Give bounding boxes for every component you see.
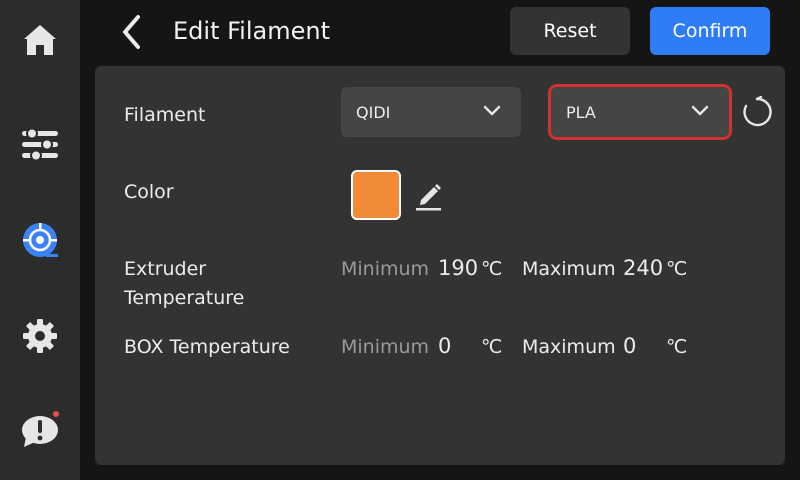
pencil-icon: [416, 184, 441, 211]
header: Edit Filament Reset Confirm: [80, 0, 800, 64]
box-max-label: Maximum: [522, 336, 616, 358]
extruder-min-unit: ℃: [481, 258, 503, 280]
filament-type-select-value: PLA: [566, 102, 596, 122]
edit-filament-panel: Filament QIDI PLA Color Extruder Tempera…: [95, 66, 785, 465]
box-min-input[interactable]: 0: [438, 332, 451, 361]
extruder-max-unit: ℃: [666, 258, 688, 280]
refresh-icon: [743, 95, 772, 127]
nav-settings-sliders[interactable]: [0, 104, 80, 184]
extruder-temp-label-line1: Extruder: [124, 258, 207, 280]
box-min-label: Minimum: [341, 336, 430, 358]
brand-select-value: QIDI: [356, 102, 391, 122]
page-title: Edit Filament: [173, 17, 330, 45]
filament-type-select[interactable]: PLA: [548, 84, 732, 140]
sidebar: [0, 0, 80, 480]
extruder-min-input[interactable]: 190: [438, 254, 478, 283]
confirm-button[interactable]: Confirm: [650, 7, 770, 55]
chevron-down-icon: [483, 105, 501, 116]
chevron-down-icon: [691, 105, 709, 116]
box-temp-label: BOX Temperature: [124, 336, 290, 358]
color-swatch[interactable]: [351, 170, 401, 220]
nav-system-settings[interactable]: [0, 296, 80, 376]
nav-filament[interactable]: [0, 200, 80, 280]
chevron-left-icon: [123, 15, 140, 49]
refresh-button[interactable]: [741, 95, 773, 128]
extruder-min-label: Minimum: [341, 258, 430, 280]
filament-spool-icon: [23, 223, 58, 257]
color-label: Color: [124, 181, 174, 203]
extruder-max-input[interactable]: 240: [623, 254, 663, 283]
extruder-temp-label-line2: Temperature: [124, 287, 245, 309]
notification-badge: [53, 411, 59, 417]
nav-notifications[interactable]: [0, 392, 80, 472]
alert-message-icon: [22, 416, 58, 447]
gear-icon: [23, 319, 57, 353]
brand-select[interactable]: QIDI: [341, 87, 521, 137]
nav-home[interactable]: [0, 0, 80, 80]
sliders-icon: [22, 127, 58, 162]
box-max-unit: ℃: [666, 336, 688, 358]
extruder-max-label: Maximum: [522, 258, 616, 280]
box-max-input[interactable]: 0: [623, 332, 636, 361]
edit-color-button[interactable]: [413, 178, 443, 212]
back-button[interactable]: [116, 13, 146, 51]
reset-button[interactable]: Reset: [510, 7, 630, 55]
home-icon: [24, 25, 56, 55]
box-min-unit: ℃: [481, 336, 503, 358]
filament-label: Filament: [124, 104, 206, 126]
